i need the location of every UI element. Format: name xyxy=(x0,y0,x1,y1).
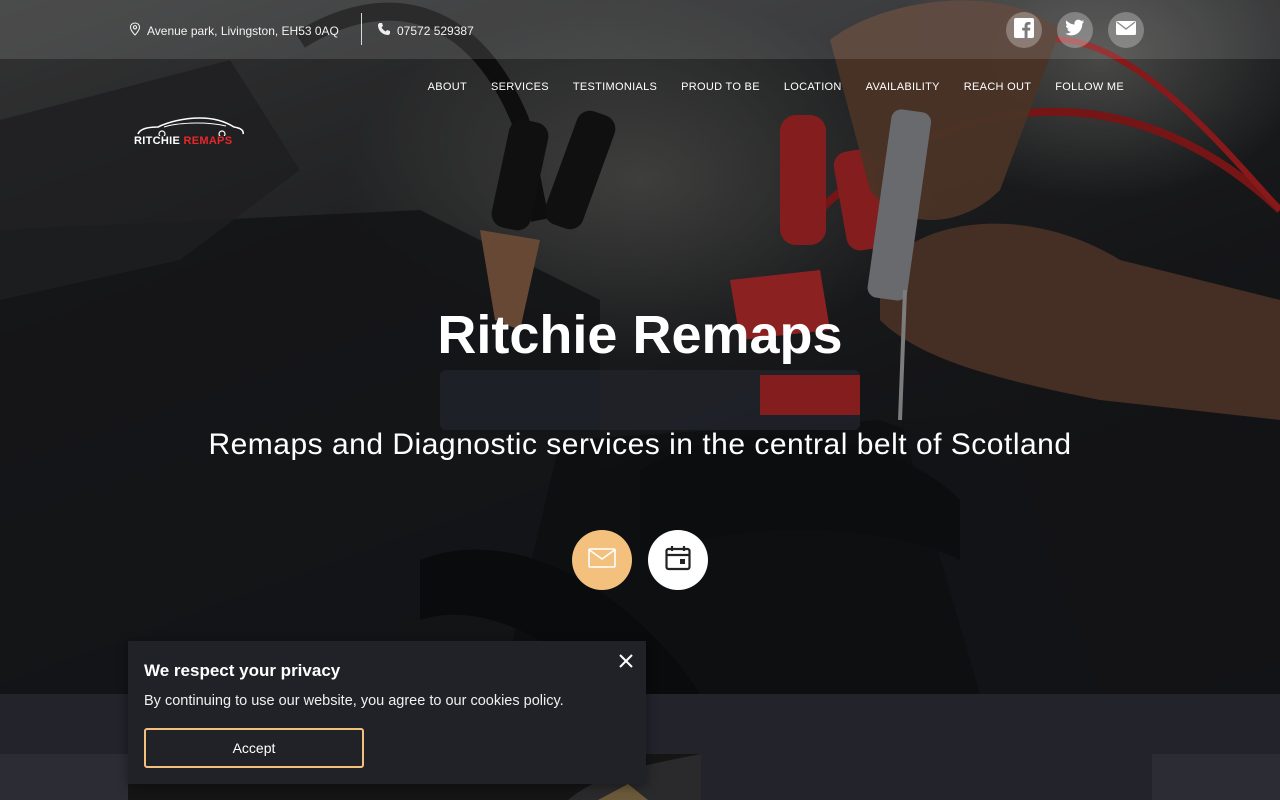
main-nav: ABOUT SERVICES TESTIMONIALS PROUD TO BE … xyxy=(428,81,1124,93)
nav-item-about[interactable]: ABOUT xyxy=(428,81,467,93)
hero-title: Ritchie Remaps xyxy=(437,305,843,365)
car-silhouette-icon xyxy=(137,117,244,138)
phone-icon xyxy=(377,22,391,39)
logo-word-ritchie: RITCHIE xyxy=(134,135,181,147)
calendar-icon xyxy=(665,545,691,576)
cookie-accept-button[interactable]: Accept xyxy=(144,728,364,768)
about-text-panel xyxy=(701,754,1152,800)
envelope-icon xyxy=(588,547,616,573)
site-logo[interactable]: RITCHIE REMAPS xyxy=(134,116,246,152)
nav-item-reach-out[interactable]: REACH OUT xyxy=(964,81,1031,93)
phone-contact[interactable]: 07572 529387 xyxy=(377,22,474,39)
facebook-button[interactable] xyxy=(1006,12,1042,48)
nav-item-location[interactable]: LOCATION xyxy=(784,81,842,93)
facebook-icon xyxy=(1013,17,1035,44)
twitter-button[interactable] xyxy=(1057,12,1093,48)
map-pin-icon xyxy=(129,22,141,39)
right-gutter xyxy=(1152,754,1280,800)
nav-item-proud-to-be[interactable]: PROUD TO BE xyxy=(681,81,760,93)
contact-email-button[interactable] xyxy=(572,530,632,590)
booking-calendar-button[interactable] xyxy=(648,530,708,590)
phone-text[interactable]: 07572 529387 xyxy=(397,24,474,38)
logo-text: RITCHIE REMAPS xyxy=(134,135,232,147)
contact-divider xyxy=(361,13,362,45)
email-button[interactable] xyxy=(1108,12,1144,48)
cookie-banner: We respect your privacy By continuing to… xyxy=(128,641,646,784)
nav-item-follow-me[interactable]: FOLLOW ME xyxy=(1055,81,1124,93)
nav-item-availability[interactable]: AVAILABILITY xyxy=(866,81,940,93)
cookie-title: We respect your privacy xyxy=(144,661,341,680)
cookie-close-button[interactable] xyxy=(616,653,636,673)
email-icon xyxy=(1116,20,1136,40)
twitter-icon xyxy=(1065,19,1085,42)
hero-subtitle: Remaps and Diagnostic services in the ce… xyxy=(208,428,1072,461)
nav-item-testimonials[interactable]: TESTIMONIALS xyxy=(573,81,657,93)
address-contact: Avenue park, Livingston, EH53 0AQ xyxy=(129,22,339,39)
left-gutter xyxy=(0,754,128,800)
top-bar: Avenue park, Livingston, EH53 0AQ 07572 … xyxy=(0,0,1280,59)
nav-item-services[interactable]: SERVICES xyxy=(491,81,549,93)
address-text: Avenue park, Livingston, EH53 0AQ xyxy=(147,23,339,38)
close-icon xyxy=(619,653,633,673)
cookie-message: By continuing to use our website, you ag… xyxy=(144,693,564,709)
logo-word-remaps: REMAPS xyxy=(183,135,233,147)
